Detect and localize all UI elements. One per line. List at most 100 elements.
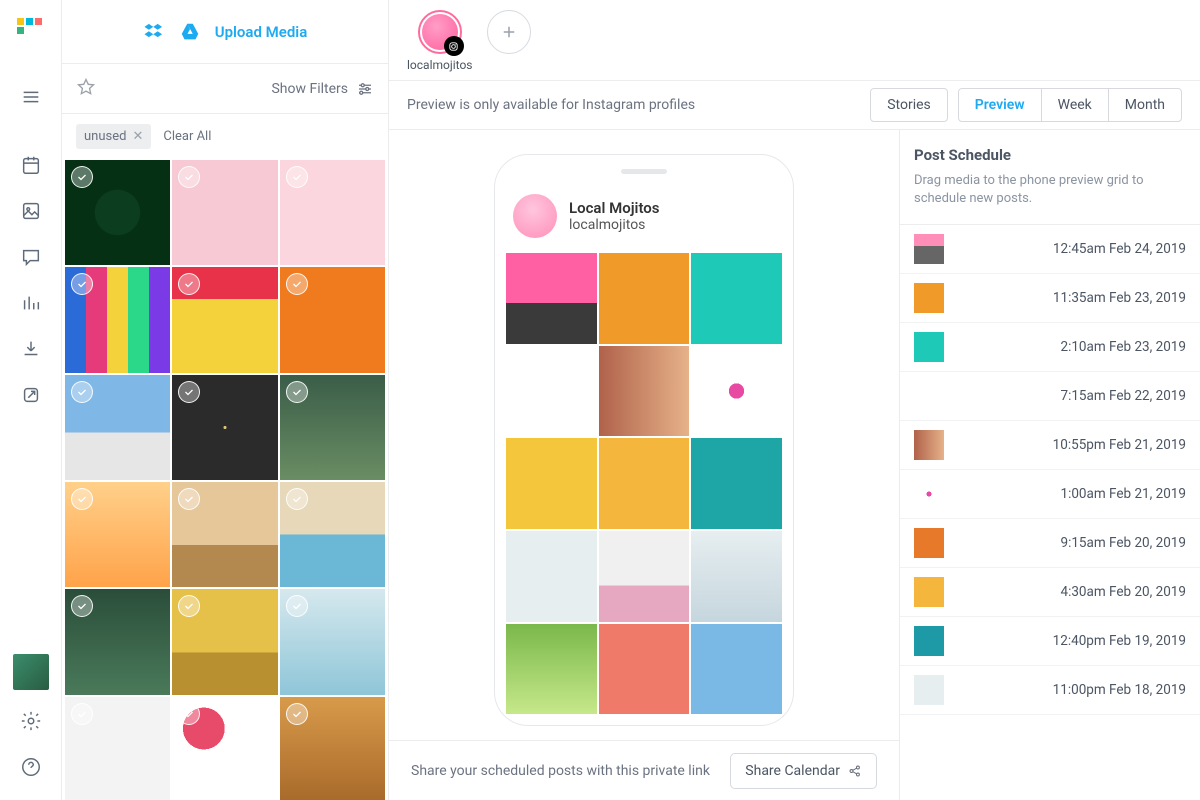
library-thumb[interactable] [65, 589, 170, 694]
library-thumb[interactable] [172, 697, 277, 800]
select-check-icon[interactable] [71, 381, 93, 403]
ig-post-cell[interactable] [505, 345, 598, 438]
ig-post-cell[interactable] [690, 252, 783, 345]
library-thumb[interactable] [172, 267, 277, 372]
clear-all-button[interactable]: Clear All [163, 129, 211, 144]
schedule-item[interactable]: 11:00pm Feb 18, 2019 [900, 666, 1200, 715]
library-thumb[interactable] [172, 375, 277, 480]
select-check-icon[interactable] [178, 381, 200, 403]
view-bar: Preview is only available for Instagram … [389, 80, 1200, 130]
select-check-icon[interactable] [286, 703, 308, 725]
schedule-thumb [914, 626, 944, 656]
select-check-icon[interactable] [178, 595, 200, 617]
select-check-icon[interactable] [71, 273, 93, 295]
select-check-icon[interactable] [71, 595, 93, 617]
share-calendar-button[interactable]: Share Calendar [730, 753, 877, 789]
profile-handle: localmojitos [407, 58, 473, 72]
select-check-icon[interactable] [71, 703, 93, 725]
library-thumb[interactable] [280, 482, 385, 587]
ig-display-name: Local Mojitos [569, 199, 660, 217]
tab-stories[interactable]: Stories [870, 88, 948, 122]
share-icon [848, 764, 862, 778]
select-check-icon[interactable] [286, 273, 308, 295]
schedule-item[interactable]: 2:10am Feb 23, 2019 [900, 323, 1200, 372]
analytics-icon[interactable] [11, 283, 51, 323]
media-icon[interactable] [11, 191, 51, 231]
select-check-icon[interactable] [286, 488, 308, 510]
library-thumb[interactable] [280, 160, 385, 265]
select-check-icon[interactable] [178, 273, 200, 295]
ig-post-cell[interactable] [598, 252, 691, 345]
select-check-icon[interactable] [71, 166, 93, 188]
show-filters-button[interactable]: Show Filters [271, 80, 374, 98]
ig-post-cell[interactable] [505, 437, 598, 530]
schedule-item[interactable]: 10:55pm Feb 21, 2019 [900, 421, 1200, 470]
schedule-thumb [914, 332, 944, 362]
select-check-icon[interactable] [71, 488, 93, 510]
add-profile-button[interactable] [487, 10, 531, 54]
ig-post-cell[interactable] [690, 437, 783, 530]
help-icon[interactable] [11, 747, 51, 787]
tab-week[interactable]: Week [1041, 88, 1109, 122]
library-thumb[interactable] [280, 267, 385, 372]
hamburger-icon[interactable] [11, 77, 51, 117]
dropbox-icon[interactable] [143, 21, 165, 43]
schedule-time: 1:00am Feb 21, 2019 [1060, 486, 1186, 502]
user-avatar[interactable] [13, 654, 49, 690]
schedule-time: 9:15am Feb 20, 2019 [1060, 535, 1186, 551]
schedule-thumb [914, 381, 944, 411]
select-check-icon[interactable] [178, 488, 200, 510]
schedule-item[interactable]: 12:40pm Feb 19, 2019 [900, 617, 1200, 666]
ig-post-cell[interactable] [598, 530, 691, 623]
ig-post-cell[interactable] [505, 530, 598, 623]
schedule-item[interactable]: 4:30am Feb 20, 2019 [900, 568, 1200, 617]
select-check-icon[interactable] [286, 166, 308, 188]
ig-post-cell[interactable] [598, 623, 691, 716]
select-check-icon[interactable] [286, 381, 308, 403]
select-check-icon[interactable] [178, 166, 200, 188]
ig-post-cell[interactable] [505, 252, 598, 345]
schedule-item[interactable]: 1:00am Feb 21, 2019 [900, 470, 1200, 519]
schedule-thumb [914, 430, 944, 460]
favorites-icon[interactable] [76, 77, 96, 101]
ig-post-cell[interactable] [598, 345, 691, 438]
library-thumb[interactable] [65, 375, 170, 480]
library-thumb[interactable] [172, 482, 277, 587]
library-thumb[interactable] [65, 697, 170, 800]
library-thumb[interactable] [172, 160, 277, 265]
tab-preview[interactable]: Preview [958, 88, 1042, 122]
ig-post-cell[interactable] [598, 437, 691, 530]
linkinbio-icon[interactable] [11, 375, 51, 415]
select-check-icon[interactable] [286, 595, 308, 617]
google-drive-icon[interactable] [179, 21, 201, 43]
schedule-item[interactable]: 9:15am Feb 20, 2019 [900, 519, 1200, 568]
ig-grid[interactable] [505, 252, 783, 715]
library-thumb[interactable] [65, 160, 170, 265]
profile-selector: localmojitos [389, 0, 1200, 80]
filter-chip-unused[interactable]: unused ✕ [76, 124, 151, 149]
library-thumb[interactable] [65, 482, 170, 587]
share-button-label: Share Calendar [745, 763, 840, 779]
calendar-icon[interactable] [11, 145, 51, 185]
upload-media-link[interactable]: Upload Media [143, 21, 308, 43]
library-thumb[interactable] [172, 589, 277, 694]
schedule-item[interactable]: 7:15am Feb 22, 2019 [900, 372, 1200, 421]
ig-post-cell[interactable] [690, 530, 783, 623]
ig-post-cell[interactable] [690, 623, 783, 716]
schedule-item[interactable]: 11:35am Feb 23, 2019 [900, 274, 1200, 323]
library-thumb[interactable] [65, 267, 170, 372]
ig-post-cell[interactable] [505, 623, 598, 716]
library-thumb[interactable] [280, 375, 385, 480]
settings-icon[interactable] [11, 701, 51, 741]
ig-post-cell[interactable] [690, 345, 783, 438]
schedule-item[interactable]: 12:45am Feb 24, 2019 [900, 225, 1200, 274]
select-check-icon[interactable] [178, 703, 200, 725]
library-thumb[interactable] [280, 589, 385, 694]
ig-username: localmojitos [569, 217, 660, 233]
chip-remove-icon[interactable]: ✕ [132, 129, 143, 144]
conversations-icon[interactable] [11, 237, 51, 277]
profile-avatar[interactable] [418, 10, 462, 54]
download-icon[interactable] [11, 329, 51, 369]
library-thumb[interactable] [280, 697, 385, 800]
tab-month[interactable]: Month [1108, 88, 1182, 122]
